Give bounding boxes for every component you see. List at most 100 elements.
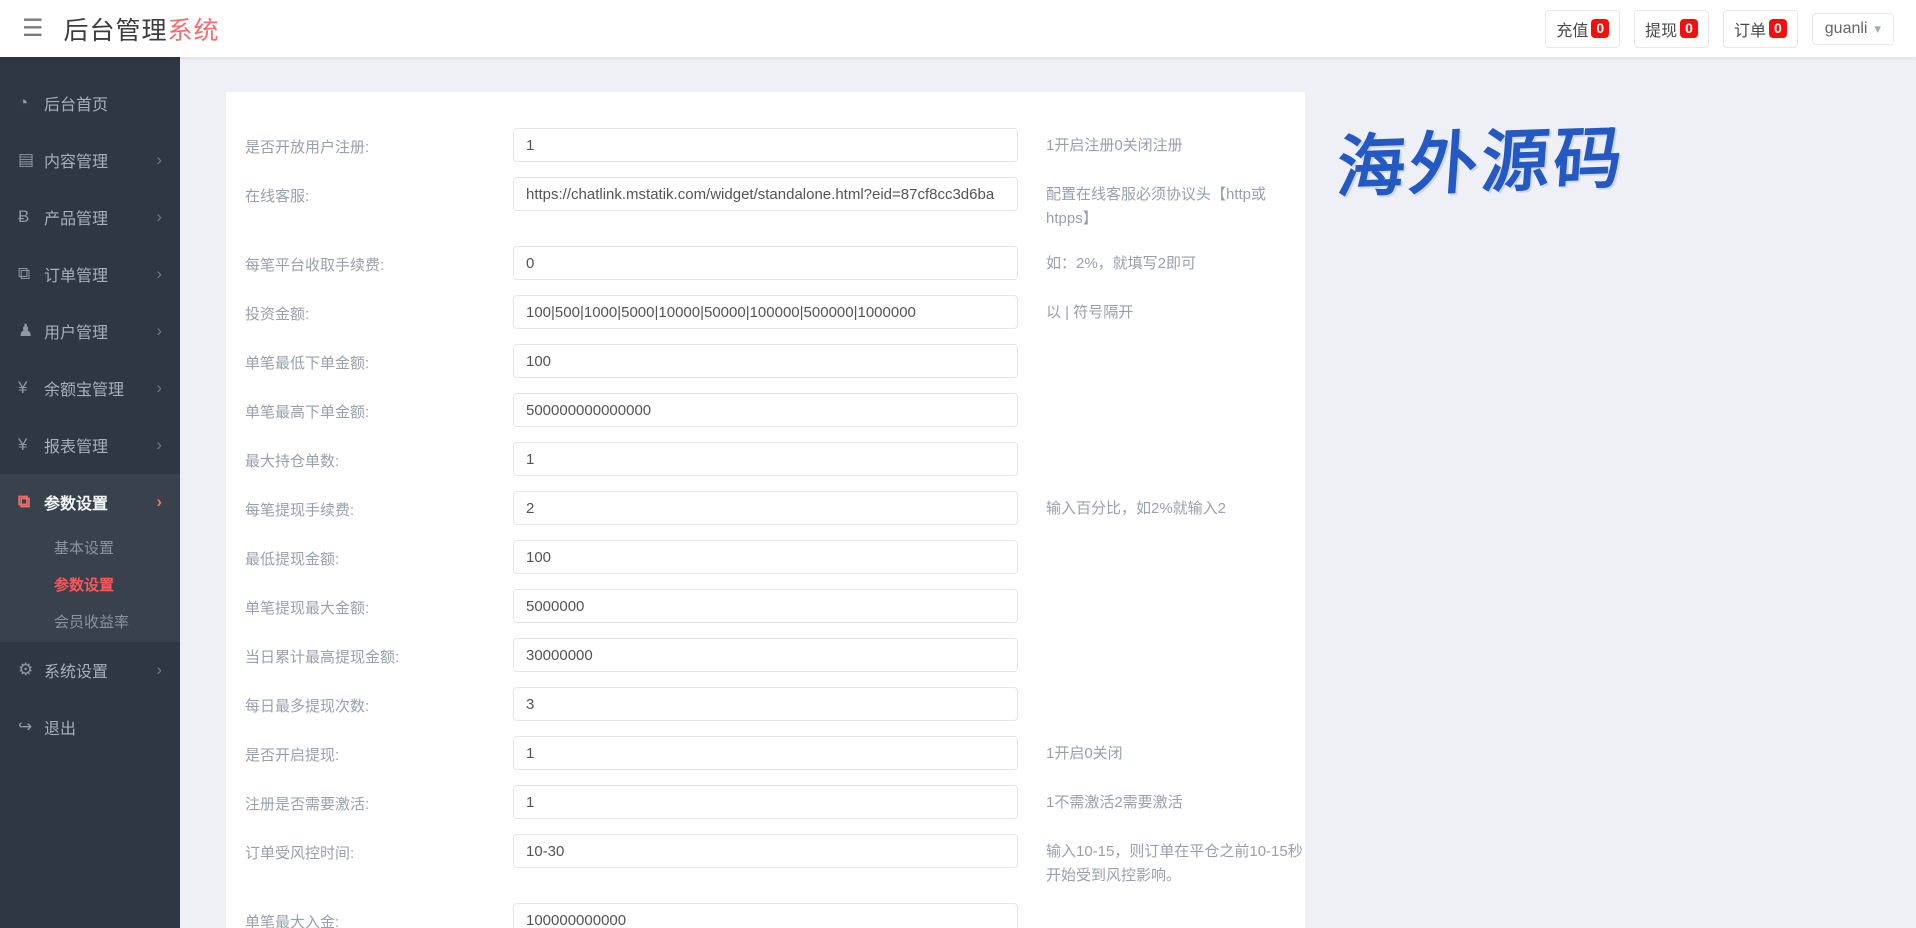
sidebar-item-label: 产品管理 <box>44 205 108 229</box>
sidebar-group-params: ⧉参数设置› 基本设置参数设置会员收益率 <box>0 474 180 642</box>
form-row-max-positions: 最大持仓单数: <box>245 442 1305 476</box>
sidebar-item-label: 用户管理 <box>44 319 108 343</box>
input-open-register[interactable] <box>513 128 1018 162</box>
sidebar-item-yuebao[interactable]: ¥余额宝管理› <box>0 360 180 415</box>
form-row-max-withdraw-times: 每日最多提现次数: <box>245 687 1305 721</box>
brand-title: 后台管理系统 <box>64 11 220 47</box>
copy-icon: ⧉ <box>18 264 44 284</box>
sidebar-subitem-label: 参数设置 <box>54 574 114 595</box>
field-label-register-activation: 注册是否需要激活: <box>245 785 513 814</box>
yen-icon: ¥ <box>18 435 44 455</box>
field-hint-platform-fee: 如：2%，就填写2即可 <box>1046 246 1305 276</box>
book-icon: ▤ <box>18 150 44 170</box>
sidebar-item-system[interactable]: ⚙系统设置 › <box>0 642 180 697</box>
sidebar-item-label: 订单管理 <box>44 262 108 286</box>
field-label-min-withdraw: 最低提现金额: <box>245 540 513 569</box>
sidebar-item-content[interactable]: ▤内容管理› <box>0 132 180 187</box>
user-menu-button[interactable]: guanli ▾ <box>1812 13 1894 45</box>
sidebar-group-yuebao: ¥余额宝管理› <box>0 360 180 417</box>
field-hint-invest-amounts: 以 | 符号隔开 <box>1046 295 1305 325</box>
hamburger-menu-icon[interactable]: ☰ <box>14 10 52 47</box>
form-row-withdraw-fee: 每笔提现手续费:输入百分比，如2%就输入2 <box>245 491 1305 525</box>
field-label-max-deposit: 单笔最大入金: <box>245 903 513 928</box>
input-online-service[interactable] <box>513 177 1018 211</box>
input-risk-control-time[interactable] <box>513 834 1018 868</box>
sidebar-item-logout[interactable]: ↪退出 <box>0 699 180 754</box>
withdraw-button[interactable]: 提现0 <box>1634 10 1709 48</box>
sidebar-item-label: 退出 <box>44 715 76 739</box>
sidebar-item-order[interactable]: ⧉订单管理 › <box>0 246 180 301</box>
sidebar-item-product[interactable]: Ƀ产品管理› <box>0 189 180 244</box>
sidebar-item-user[interactable]: ♟用户管理› <box>0 303 180 358</box>
field-label-open-register: 是否开放用户注册: <box>245 128 513 157</box>
caret-down-icon: ▾ <box>1874 21 1881 37</box>
form-row-withdraw-enabled: 是否开启提现:1开启0关闭 <box>245 736 1305 770</box>
field-label-risk-control-time: 订单受风控时间: <box>245 834 513 863</box>
sidebar-group-system: ⚙系统设置 › <box>0 642 180 699</box>
orders-count-badge: 0 <box>1769 19 1787 38</box>
gears-icon: ⚙ <box>18 660 44 680</box>
sidebar-item-report[interactable]: ¥报表管理 › <box>0 417 180 472</box>
sidebar-subitem-basic-settings[interactable]: 基本设置 <box>0 529 180 566</box>
orders-button[interactable]: 订单0 <box>1723 10 1798 48</box>
input-max-positions[interactable] <box>513 442 1018 476</box>
input-max-withdraw-times[interactable] <box>513 687 1018 721</box>
sidebar-subitem-member-yield[interactable]: 会员收益率 <box>0 603 180 640</box>
recharge-button-label: 充值 <box>1556 17 1588 41</box>
form-row-platform-fee: 每笔平台收取手续费: 如：2%，就填写2即可 <box>245 246 1305 280</box>
body-wrap: ◔后台首页▤内容管理›Ƀ产品管理›⧉订单管理›♟用户管理›¥余额宝管理›¥报表管… <box>0 57 1916 928</box>
bitcoin-icon: Ƀ <box>18 207 44 227</box>
chevron-right-icon: › <box>156 435 162 455</box>
sidebar-group-order: ⧉订单管理 › <box>0 246 180 303</box>
sidebar-group-user: ♟用户管理› <box>0 303 180 360</box>
sidebar-item-label: 报表管理 <box>44 433 108 457</box>
sidebar-item-params[interactable]: ⧉参数设置› <box>0 474 180 529</box>
input-withdraw-fee[interactable] <box>513 491 1018 525</box>
main-content: 是否开放用户注册:1开启注册0关闭注册在线客服:配置在线客服必须协议头【http… <box>180 57 1916 928</box>
chevron-right-icon: › <box>156 660 162 680</box>
input-min-order-amount[interactable] <box>513 344 1018 378</box>
sidebar-subitem-label: 基本设置 <box>54 537 114 558</box>
header-actions: 充值0提现0订单0 guanli ▾ <box>1545 10 1894 48</box>
field-label-platform-fee: 每笔平台收取手续费: <box>245 246 513 275</box>
top-header: ☰ 后台管理系统 充值0提现0订单0 guanli ▾ <box>0 0 1916 57</box>
brand-title-main: 后台管理 <box>64 17 168 45</box>
sidebar-item-dashboard[interactable]: ◔后台首页 <box>0 75 180 130</box>
sidebar-group-logout: ↪退出 <box>0 699 180 756</box>
form-row-register-activation: 注册是否需要激活: 1不需激活2需要激活 <box>245 785 1305 819</box>
recharge-button[interactable]: 充值0 <box>1545 10 1620 48</box>
field-hint-register-activation: 1不需激活2需要激活 <box>1046 785 1305 815</box>
input-platform-fee[interactable] <box>513 246 1018 280</box>
field-hint-open-register: 1开启注册0关闭注册 <box>1046 128 1305 158</box>
input-max-withdraw-daily[interactable] <box>513 638 1018 672</box>
watermark-text: 海外源码 <box>1334 102 1630 211</box>
field-hint-risk-control-time: 输入10-15，则订单在平仓之前10-15秒开始受到风控影响。 <box>1046 834 1305 888</box>
input-max-withdraw-single[interactable] <box>513 589 1018 623</box>
form-row-max-order-amount: 单笔最高下单金额: <box>245 393 1305 427</box>
input-min-withdraw[interactable] <box>513 540 1018 574</box>
chevron-right-icon: › <box>156 321 162 341</box>
withdraw-count-badge: 0 <box>1680 19 1698 38</box>
sidebar-item-label: 内容管理 <box>44 148 108 172</box>
settings-form-card: 是否开放用户注册:1开启注册0关闭注册在线客服:配置在线客服必须协议头【http… <box>226 92 1305 928</box>
input-register-activation[interactable] <box>513 785 1018 819</box>
field-label-invest-amounts: 投资金额: <box>245 295 513 324</box>
sidebar-group-report: ¥报表管理 › <box>0 417 180 474</box>
chevron-right-icon: › <box>156 264 162 284</box>
chevron-right-icon: › <box>156 492 162 512</box>
dashboard-icon: ◔ <box>18 93 44 113</box>
sidebar-item-label: 系统设置 <box>44 658 108 682</box>
field-label-max-withdraw-times: 每日最多提现次数: <box>245 687 513 716</box>
input-invest-amounts[interactable] <box>513 295 1018 329</box>
form-row-max-withdraw-daily: 当日累计最高提现金额: <box>245 638 1305 672</box>
sidebar-subitem-param-settings[interactable]: 参数设置 <box>0 566 180 603</box>
sidebar-menu: ◔后台首页▤内容管理›Ƀ产品管理›⧉订单管理›♟用户管理›¥余额宝管理›¥报表管… <box>0 57 180 928</box>
field-hint-withdraw-enabled: 1开启0关闭 <box>1046 736 1305 766</box>
field-label-max-positions: 最大持仓单数: <box>245 442 513 471</box>
input-max-deposit[interactable] <box>513 903 1018 928</box>
input-withdraw-enabled[interactable] <box>513 736 1018 770</box>
field-label-min-order-amount: 单笔最低下单金额: <box>245 344 513 373</box>
field-label-withdraw-fee: 每笔提现手续费: <box>245 491 513 520</box>
input-max-order-amount[interactable] <box>513 393 1018 427</box>
admin-app: ☰ 后台管理系统 充值0提现0订单0 guanli ▾ ◔后台首页▤内容管理›Ƀ… <box>0 0 1916 928</box>
